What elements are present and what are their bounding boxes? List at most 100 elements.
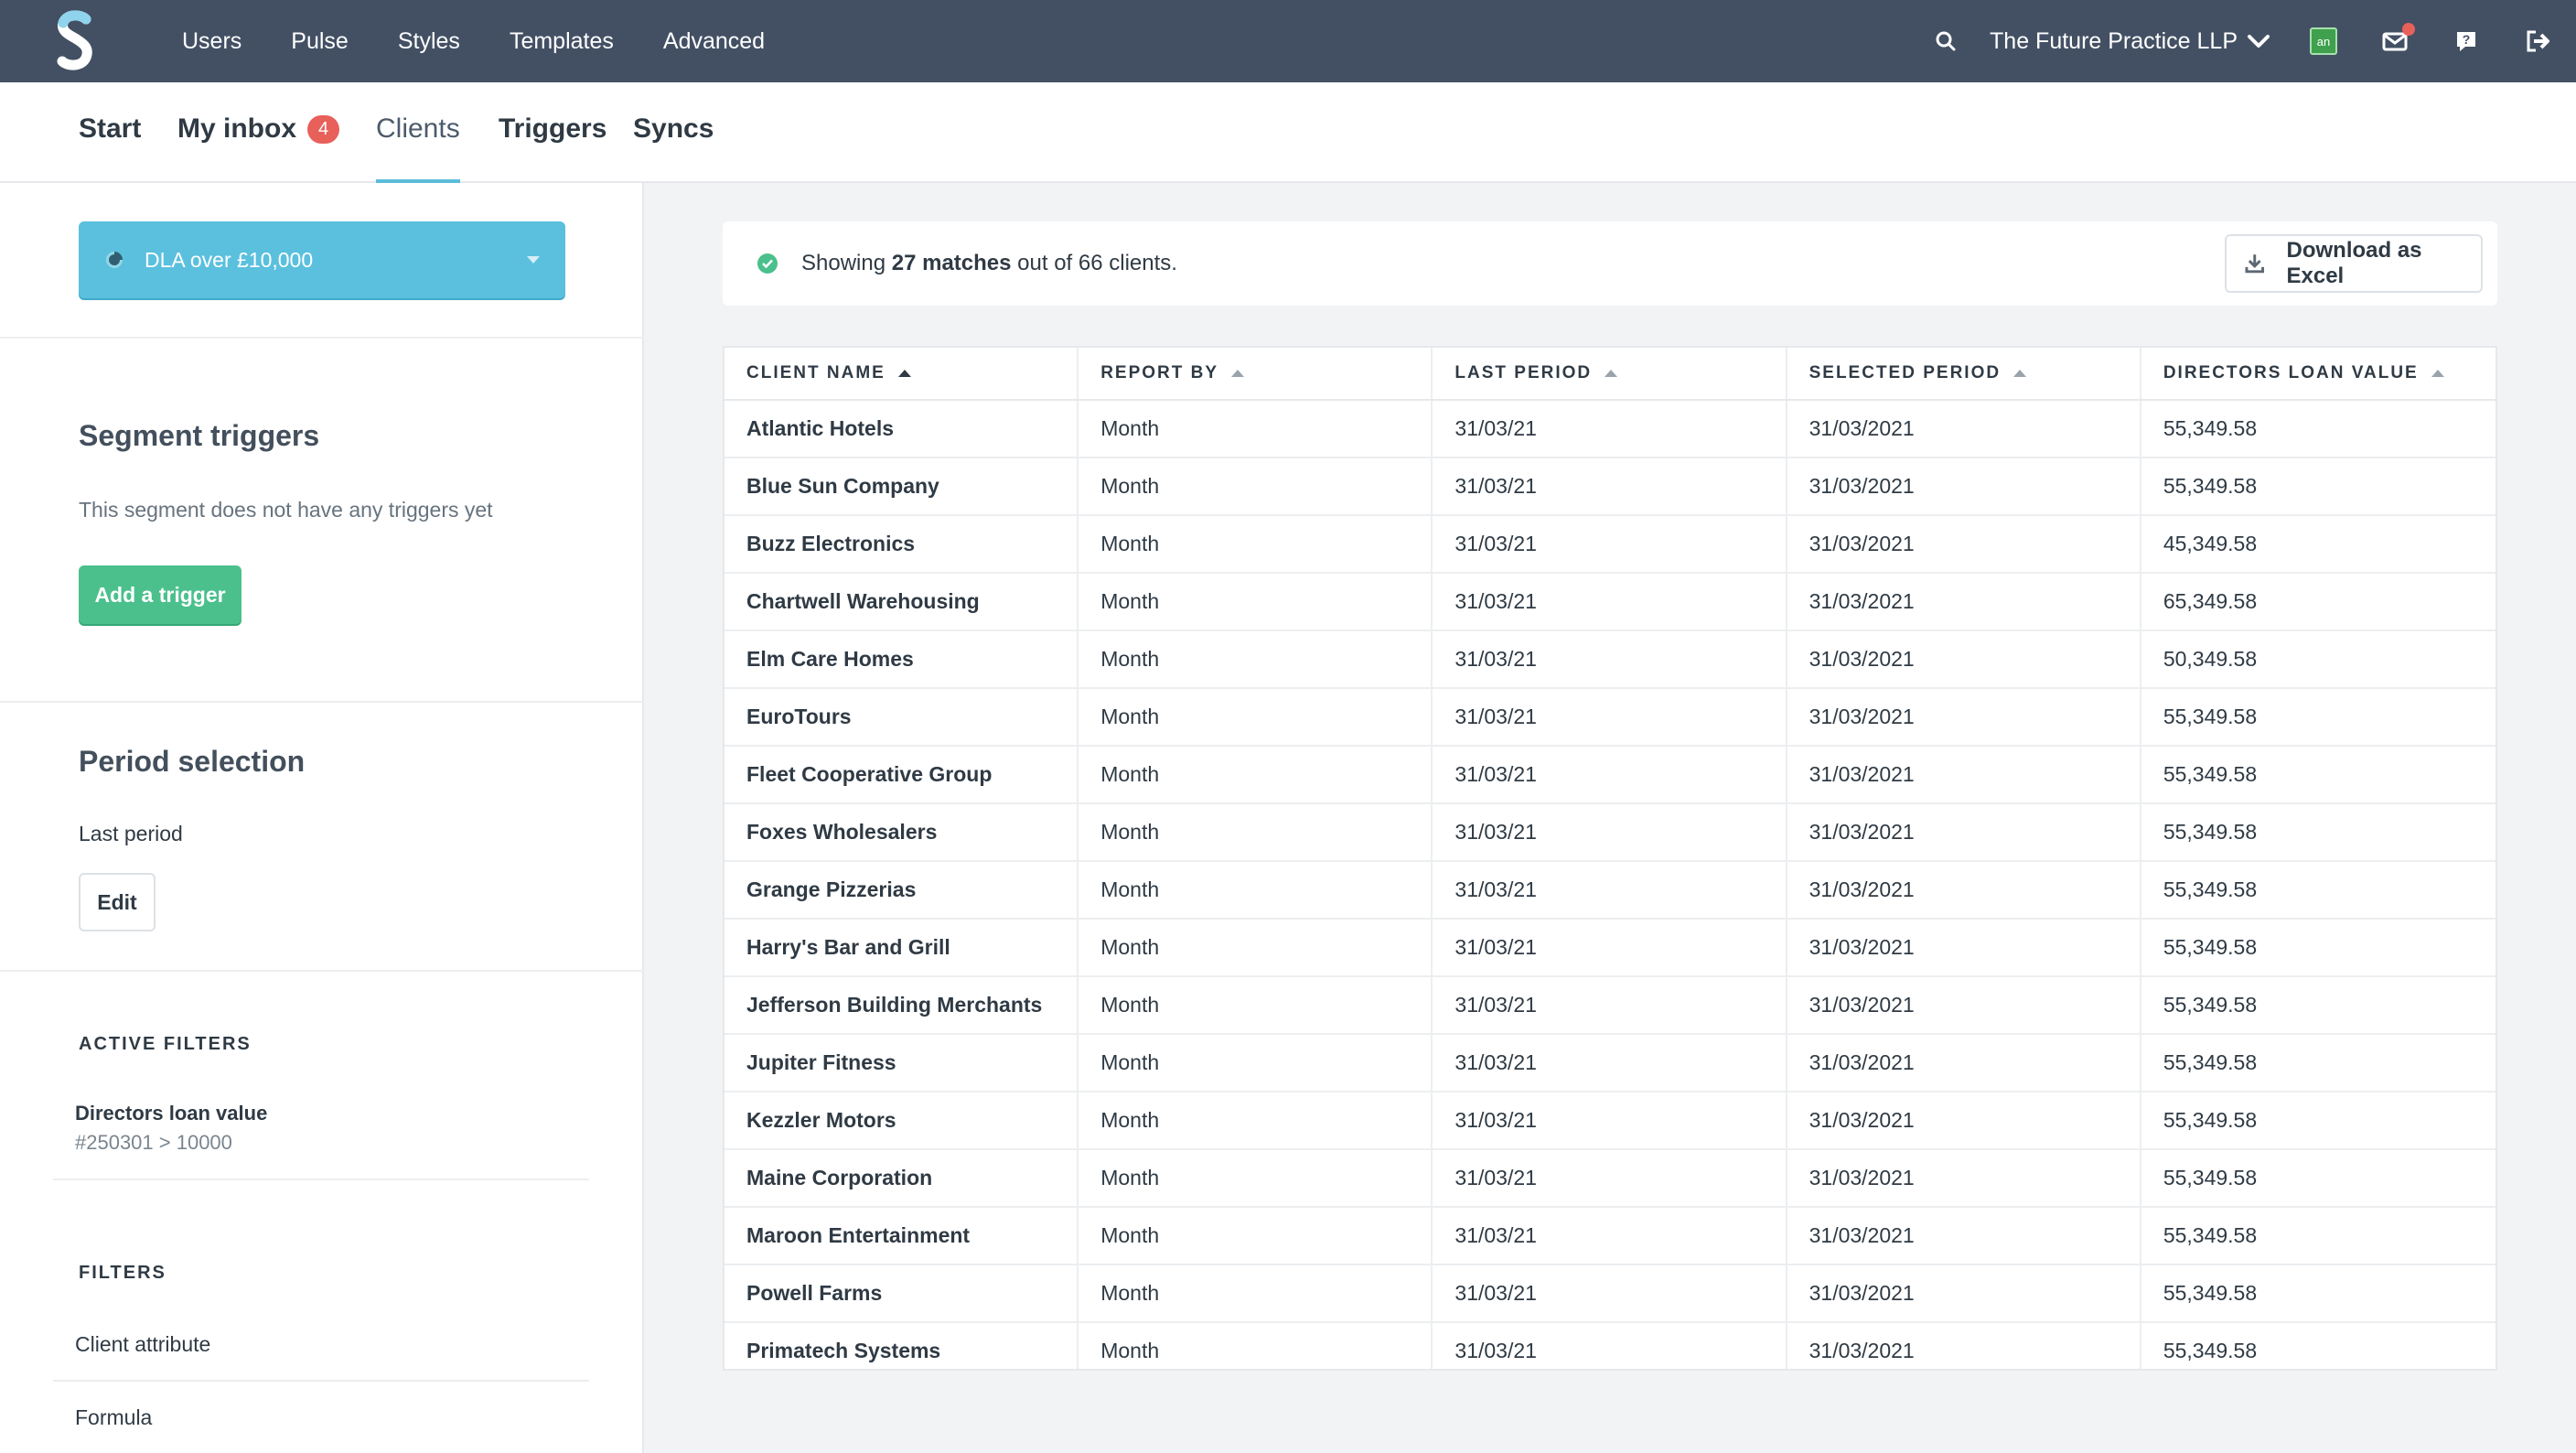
tab-start[interactable]: Start (79, 113, 141, 183)
app-logo[interactable] (42, 8, 108, 74)
table-header: CLIENT NAME REPORT BY LAST PERIOD SELECT… (724, 348, 2496, 401)
column-header-last-period[interactable]: LAST PERIOD (1433, 348, 1787, 399)
table-body: Atlantic Hotels Month 31/03/21 31/03/2021 55… (724, 401, 2496, 1369)
table-row[interactable]: Jupiter Fitness Month 31/03/21 31/03/2021 55… (724, 1035, 2496, 1092)
main-navigation: Users Pulse Styles Templates Advanced (157, 28, 789, 55)
report-by-cell: Month (1079, 458, 1433, 514)
segment-name: DLA over £10,000 (145, 247, 314, 272)
table-row[interactable]: Blue Sun Company Month 31/03/21 31/03/2021 5… (724, 458, 2496, 516)
filter-client-attribute[interactable]: Client attribute (75, 1332, 210, 1357)
table-row[interactable]: Foxes Wholesalers Month 31/03/21 31/03/2021… (724, 804, 2496, 862)
selected-period-cell: 31/03/2021 (1787, 574, 2141, 630)
nav-users[interactable]: Users (157, 28, 266, 55)
client-name-cell[interactable]: Foxes Wholesalers (724, 804, 1079, 860)
results-prefix: Showing (801, 251, 886, 275)
download-excel-button[interactable]: Download as Excel (2225, 234, 2483, 293)
table-row[interactable]: EuroTours Month 31/03/21 31/03/2021 55,349.5… (724, 689, 2496, 747)
app-icon[interactable]: an (2307, 25, 2340, 58)
selected-period-cell: 31/03/2021 (1787, 1150, 2141, 1206)
tab-clients[interactable]: Clients (376, 113, 460, 183)
client-name-cell[interactable]: Powell Farms (724, 1265, 1079, 1321)
edit-period-button[interactable]: Edit (79, 873, 156, 931)
client-name-cell[interactable]: Grange Pizzerias (724, 862, 1079, 918)
directors-loan-value-cell: 55,349.58 (2163, 705, 2258, 728)
organisation-name: The Future Practice LLP (1990, 27, 2238, 54)
column-header-directors-loan-value[interactable]: DIRECTORS LOAN VALUE (2141, 348, 2496, 399)
search-icon[interactable] (1929, 25, 1962, 58)
client-name-cell[interactable]: Fleet Cooperative Group (724, 747, 1079, 802)
selected-period-cell: 31/03/2021 (1787, 516, 2141, 572)
table-row[interactable]: Grange Pizzerias Month 31/03/21 31/03/2021 5… (724, 862, 2496, 920)
report-by-cell: Month (1079, 1323, 1433, 1369)
table-row[interactable]: Buzz Electronics Month 31/03/21 31/03/2021 4… (724, 516, 2496, 574)
client-name-cell[interactable]: Buzz Electronics (724, 516, 1079, 572)
client-name-cell[interactable]: Chartwell Warehousing (724, 574, 1079, 630)
directors-loan-value-cell: 55,349.58 (2163, 1281, 2258, 1305)
client-name-cell[interactable]: Harry's Bar and Grill (724, 920, 1079, 975)
nav-advanced[interactable]: Advanced (639, 28, 789, 55)
active-filter-name[interactable]: Directors loan value (75, 1102, 267, 1125)
add-trigger-button[interactable]: Add a trigger (79, 565, 242, 624)
client-name-cell[interactable]: Elm Care Homes (724, 631, 1079, 687)
client-name-cell[interactable]: Jefferson Building Merchants (724, 977, 1079, 1033)
column-header-selected-period[interactable]: SELECTED PERIOD (1787, 348, 2141, 399)
table-row[interactable]: Harry's Bar and Grill Month 31/03/21 31/03/… (724, 920, 2496, 977)
divider (0, 970, 644, 972)
column-header-report-by[interactable]: REPORT BY (1079, 348, 1433, 399)
client-name-cell[interactable]: Blue Sun Company (724, 458, 1079, 514)
table-row[interactable]: Fleet Cooperative Group Month 31/03/21 31/0… (724, 747, 2496, 804)
nav-pulse[interactable]: Pulse (266, 28, 373, 55)
notification-dot (2402, 23, 2415, 36)
last-period-cell: 31/03/21 (1433, 1150, 1787, 1206)
help-icon[interactable]: ? (2450, 25, 2483, 58)
directors-loan-value-cell: 50,349.58 (2163, 647, 2258, 671)
directors-loan-value-cell: 55,349.58 (2163, 1223, 2258, 1247)
segment-sidebar: DLA over £10,000 Segment triggers This s… (0, 183, 644, 1453)
nav-styles[interactable]: Styles (373, 28, 485, 55)
logout-icon[interactable] (2521, 25, 2554, 58)
results-suffix: out of 66 clients. (1017, 251, 1177, 275)
last-period-cell: 31/03/21 (1433, 977, 1787, 1033)
selected-period-cell: 31/03/2021 (1787, 1323, 2141, 1369)
client-name-cell[interactable]: Kezzler Motors (724, 1092, 1079, 1148)
selected-period-cell: 31/03/2021 (1787, 1265, 2141, 1321)
table-row[interactable]: Jefferson Building Merchants Month 31/03/2… (724, 977, 2496, 1035)
organisation-switcher[interactable]: The Future Practice LLP (1990, 28, 2270, 55)
report-by-cell: Month (1079, 401, 1433, 457)
client-name-cell[interactable]: Atlantic Hotels (724, 401, 1079, 457)
mail-icon[interactable] (2378, 23, 2415, 58)
last-period-cell: 31/03/21 (1433, 631, 1787, 687)
last-period-cell: 31/03/21 (1433, 804, 1787, 860)
table-row[interactable]: Maroon Entertainment Month 31/03/21 31/03/2… (724, 1208, 2496, 1265)
tab-my-inbox[interactable]: My inbox 4 (177, 113, 340, 183)
table-row[interactable]: Primatech Systems Month 31/03/21 31/03/2021… (724, 1323, 2496, 1369)
tab-triggers[interactable]: Triggers (499, 113, 606, 183)
tab-syncs[interactable]: Syncs (633, 113, 714, 183)
svg-text:?: ? (2463, 32, 2471, 47)
client-name-cell[interactable]: Primatech Systems (724, 1323, 1079, 1369)
tab-my-inbox-label: My inbox (177, 113, 297, 144)
table-row[interactable]: Elm Care Homes Month 31/03/21 31/03/2021 50,… (724, 631, 2496, 689)
sort-icon (1605, 370, 1618, 377)
results-count-text: Showing 27 matches out of 66 clients. (801, 251, 1177, 276)
table-row[interactable]: Atlantic Hotels Month 31/03/21 31/03/2021 55… (724, 401, 2496, 458)
last-period-cell: 31/03/21 (1433, 1092, 1787, 1148)
segment-selector[interactable]: DLA over £10,000 (79, 221, 565, 298)
client-name-cell[interactable]: Maroon Entertainment (724, 1208, 1079, 1264)
results-summary: Showing 27 matches out of 66 clients. Do… (723, 221, 2497, 306)
client-name-cell[interactable]: EuroTours (724, 689, 1079, 745)
filter-formula[interactable]: Formula (75, 1405, 152, 1430)
column-label: CLIENT NAME (746, 363, 886, 382)
last-period-cell: 31/03/21 (1433, 458, 1787, 514)
table-row[interactable]: Powell Farms Month 31/03/21 31/03/2021 55,34… (724, 1265, 2496, 1323)
directors-loan-value-cell: 45,349.58 (2163, 532, 2258, 555)
client-name-cell[interactable]: Jupiter Fitness (724, 1035, 1079, 1091)
nav-templates[interactable]: Templates (485, 28, 639, 55)
table-row[interactable]: Kezzler Motors Month 31/03/21 31/03/2021 55,… (724, 1092, 2496, 1150)
clients-table: CLIENT NAME REPORT BY LAST PERIOD SELECT… (723, 346, 2497, 1371)
table-row[interactable]: Chartwell Warehousing Month 31/03/21 31/03/… (724, 574, 2496, 631)
client-name-cell[interactable]: Maine Corporation (724, 1150, 1079, 1206)
column-header-client-name[interactable]: CLIENT NAME (724, 348, 1079, 399)
table-row[interactable]: Maine Corporation Month 31/03/21 31/03/2021… (724, 1150, 2496, 1208)
report-by-cell: Month (1079, 574, 1433, 630)
